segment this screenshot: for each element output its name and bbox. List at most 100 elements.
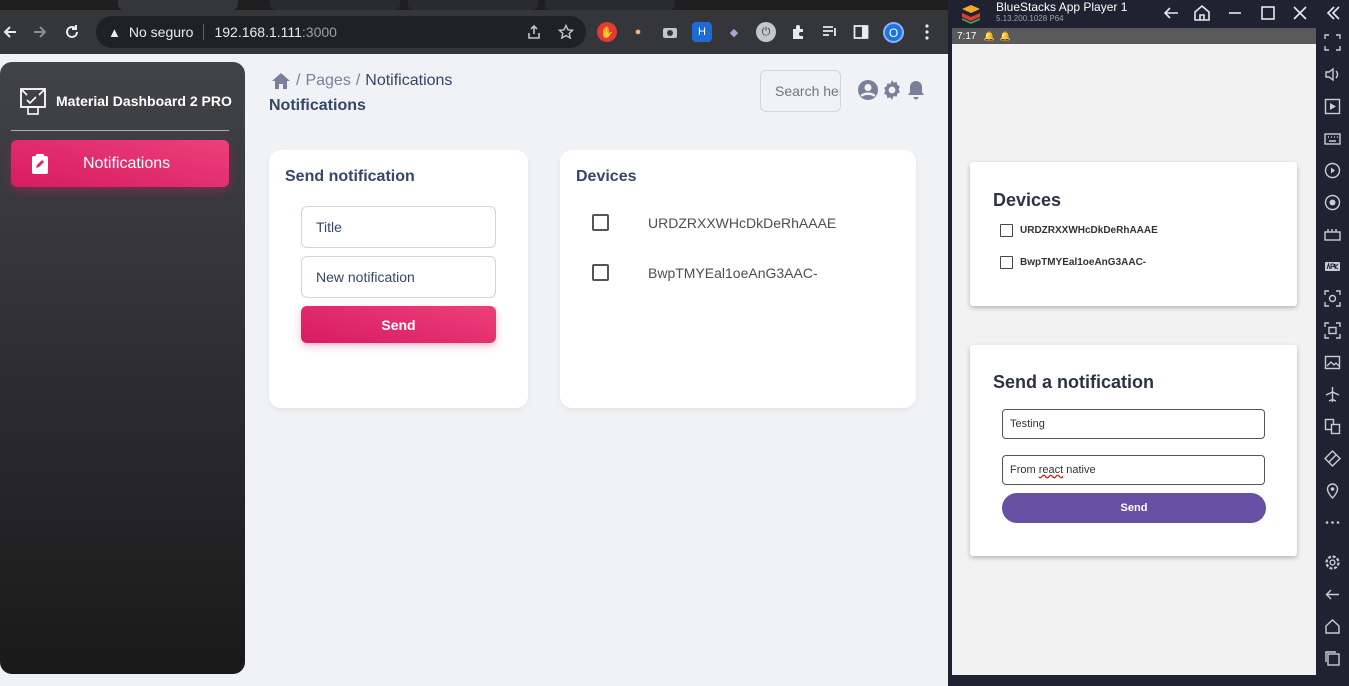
bookmark-star-icon[interactable]: [554, 16, 578, 48]
sidenav: Material Dashboard 2 PRO Notifications: [0, 62, 245, 674]
notification-bell-icon: 🔔: [983, 30, 995, 41]
minimize-icon[interactable]: [1224, 2, 1246, 24]
android-home-icon[interactable]: [1324, 618, 1341, 635]
extension-power-icon[interactable]: ⏻: [756, 22, 776, 42]
device-checkbox[interactable]: [592, 214, 609, 231]
sidenav-divider: [11, 130, 229, 131]
media-manager-icon[interactable]: [1324, 354, 1341, 371]
address-separator: [203, 24, 205, 40]
device-row[interactable]: URDZRXXWHcDkDeRhAAAE: [1000, 224, 1158, 237]
search-input[interactable]: [760, 70, 841, 112]
browser-toolbar: ▲ No seguro 192.168.1.111:3000 ✋ ● H ◆ ⏻: [0, 10, 948, 54]
close-icon[interactable]: [1289, 2, 1311, 24]
recent-apps-icon[interactable]: [1324, 650, 1341, 667]
page-title: Notifications: [269, 97, 366, 114]
send-button[interactable]: Send: [301, 306, 496, 343]
clipboard-edit-icon: [32, 153, 48, 174]
input-value-prefix: From: [1010, 464, 1039, 476]
brand[interactable]: Material Dashboard 2 PRO: [18, 86, 232, 116]
bluestacks-logo-icon: [962, 5, 980, 24]
home-icon[interactable]: [1191, 2, 1213, 24]
brand-name: Material Dashboard 2 PRO: [56, 93, 232, 109]
screenshot-icon[interactable]: [1324, 290, 1341, 307]
input-value-suffix: native: [1063, 464, 1096, 476]
warning-icon[interactable]: ▲: [108, 25, 121, 40]
device-id: URDZRXXWHcDkDeRhAAAE: [1020, 225, 1158, 236]
device-id: URDZRXXWHcDkDeRhAAAE: [648, 214, 837, 231]
device-row[interactable]: URDZRXXWHcDkDeRhAAAE: [592, 214, 836, 231]
back-arrow-icon[interactable]: [1160, 2, 1182, 24]
device-checkbox[interactable]: [1000, 256, 1013, 269]
android-back-icon[interactable]: [1324, 586, 1341, 603]
back-icon[interactable]: [0, 10, 24, 54]
breadcrumb-separator: /: [296, 72, 301, 89]
fullscreen-icon[interactable]: [1324, 34, 1341, 51]
input-value: Testing: [1010, 418, 1045, 430]
title-input[interactable]: Testing: [1002, 409, 1265, 439]
misspelled-word: react: [1038, 464, 1064, 476]
airplane-mode-icon[interactable]: [1324, 386, 1341, 403]
forward-icon[interactable]: [26, 10, 54, 54]
breadcrumb-pages[interactable]: Pages: [305, 72, 350, 90]
screen-record-icon[interactable]: [1324, 322, 1341, 339]
title-input[interactable]: [301, 206, 496, 248]
location-icon[interactable]: [1324, 482, 1341, 499]
home-icon[interactable]: [271, 72, 291, 90]
account-circle-icon[interactable]: [857, 79, 879, 101]
breadcrumb-current: Notifications: [365, 72, 453, 89]
browser-tab[interactable]: [118, 0, 238, 10]
browser-tab[interactable]: [545, 0, 675, 10]
macro-play-icon[interactable]: [1324, 162, 1341, 179]
android-status-bar: 7:17 🔔 🔔: [952, 28, 1316, 44]
card-title: Devices: [576, 168, 637, 185]
apk-install-icon[interactable]: [1324, 258, 1341, 275]
notifications-bell-icon[interactable]: [905, 79, 927, 101]
extension-h-icon[interactable]: H: [692, 22, 712, 42]
device-row[interactable]: BwpTMYEal1oeAnG3AAC-: [592, 264, 818, 281]
collapse-sidebar-icon[interactable]: [1322, 2, 1344, 24]
settings-gear-icon[interactable]: [1324, 554, 1341, 571]
device-row[interactable]: BwpTMYEal1oeAnG3AAC-: [1000, 256, 1146, 269]
media-icon[interactable]: [1324, 98, 1341, 115]
settings-gear-icon[interactable]: [881, 79, 903, 101]
device-checkbox[interactable]: [592, 264, 609, 281]
reload-icon[interactable]: [58, 10, 86, 54]
extension-adblock-icon[interactable]: ✋: [597, 22, 617, 42]
notification-bell-icon: 🔔: [999, 30, 1011, 41]
browser-tab[interactable]: [408, 0, 538, 10]
share-icon[interactable]: [522, 16, 546, 48]
eco-mode-icon[interactable]: [1324, 450, 1341, 467]
devices-card: Devices URDZRXXWHcDkDeRhAAAE BwpTMYEal1o…: [560, 150, 916, 408]
device-checkbox[interactable]: [1000, 224, 1013, 237]
extensions-puzzle-icon[interactable]: [788, 22, 808, 42]
security-label: No seguro: [128, 24, 194, 40]
address-bar[interactable]: ▲ No seguro 192.168.1.111:3000: [96, 16, 586, 48]
send-button[interactable]: Send: [1002, 493, 1266, 523]
more-icon[interactable]: [1324, 514, 1341, 531]
side-panel-icon[interactable]: [851, 22, 871, 42]
extension-icon[interactable]: ●: [628, 22, 648, 42]
body-input[interactable]: [301, 256, 496, 298]
performance-icon[interactable]: [1324, 226, 1341, 243]
profile-avatar[interactable]: O: [883, 22, 904, 43]
card-title: Send notification: [285, 168, 415, 185]
breadcrumb-separator: /: [355, 72, 361, 89]
volume-icon[interactable]: [1324, 66, 1341, 83]
device-id: BwpTMYEal1oeAnG3AAC-: [1020, 257, 1147, 268]
breadcrumb: / Pages / Notifications: [271, 72, 452, 90]
more-menu-icon[interactable]: [917, 22, 937, 42]
keyboard-icon[interactable]: [1324, 130, 1341, 147]
card-title: Devices: [993, 190, 1062, 210]
browser-tab[interactable]: [270, 0, 400, 10]
body-input[interactable]: From react native: [1002, 455, 1265, 485]
maximize-icon[interactable]: [1257, 2, 1279, 24]
multi-instance-icon[interactable]: [1324, 418, 1341, 435]
sidenav-item-notifications[interactable]: Notifications: [11, 140, 229, 187]
camera-icon[interactable]: [660, 22, 680, 42]
page-viewport: Material Dashboard 2 PRO Notifications /…: [0, 54, 948, 686]
record-icon[interactable]: [1324, 194, 1341, 211]
extension-cat-icon[interactable]: ◆: [724, 22, 744, 42]
sidenav-item-label: Notifications: [83, 154, 171, 172]
reading-list-icon[interactable]: [820, 22, 840, 42]
mobile-devices-card: Devices URDZRXXWHcDkDeRhAAAE BwpTMYEal1o…: [970, 162, 1297, 306]
